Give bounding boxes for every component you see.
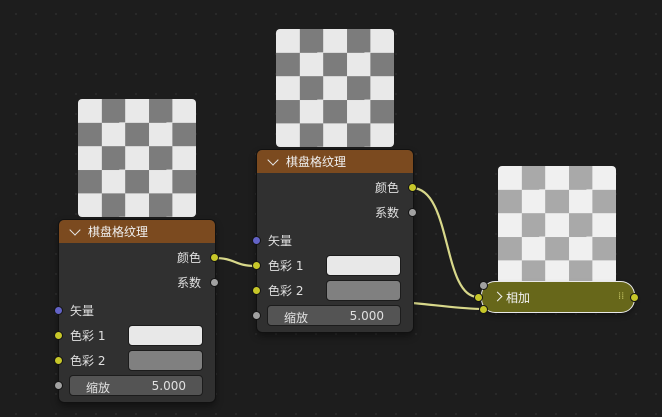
color1-swatch[interactable] <box>326 255 401 276</box>
node-title: 棋盘格纹理 <box>286 155 347 169</box>
chevron-right-icon[interactable] <box>492 291 503 302</box>
scale-value: 5.000 <box>349 309 384 323</box>
scale-label: 缩放 <box>284 311 309 325</box>
input-vector-label: 矢量 <box>70 304 95 318</box>
input-vector-label: 矢量 <box>268 234 293 248</box>
scale-field[interactable]: 缩放 5.000 <box>267 305 401 326</box>
mix-output-socket[interactable] <box>630 293 639 302</box>
node-header[interactable]: 棋盘格纹理 <box>59 220 215 243</box>
texture-preview-1 <box>78 99 196 217</box>
output-fac-socket[interactable] <box>408 208 417 217</box>
output-color-label: 颜色 <box>176 251 201 265</box>
input-color1-socket[interactable] <box>252 261 261 270</box>
wire-tex1-to-tex2-color1 <box>213 256 257 268</box>
node-editor[interactable]: 棋盘格纹理 颜色 系数 矢量 色彩 1 色彩 2 缩放 5.000 棋盘格纹理 … <box>0 0 662 417</box>
input-vector-socket[interactable] <box>252 236 261 245</box>
texture-preview-2 <box>276 29 394 147</box>
input-color2-label: 色彩 2 <box>268 284 304 298</box>
input-scale-socket[interactable] <box>54 381 63 390</box>
output-fac-label: 系数 <box>374 206 399 220</box>
output-fac-socket[interactable] <box>210 278 219 287</box>
input-color2-label: 色彩 2 <box>70 354 106 368</box>
color2-swatch[interactable] <box>128 350 203 371</box>
color1-swatch[interactable] <box>128 325 203 346</box>
node-title: 相加 <box>506 291 531 305</box>
chevron-down-icon[interactable] <box>267 153 279 166</box>
output-color-label: 颜色 <box>374 181 399 195</box>
scale-value: 5.000 <box>151 379 186 393</box>
checker-texture-node-1[interactable]: 棋盘格纹理 颜色 系数 矢量 色彩 1 色彩 2 缩放 5.000 <box>54 220 219 402</box>
scale-field[interactable]: 缩放 5.000 <box>69 375 203 396</box>
input-color2-socket[interactable] <box>252 286 261 295</box>
output-color-socket[interactable] <box>408 183 417 192</box>
mix-add-node[interactable]: 相加 ⁞⁞ <box>482 282 634 312</box>
mix-preview <box>498 166 616 284</box>
input-color2-socket[interactable] <box>54 356 63 365</box>
mix-input-a-socket[interactable] <box>474 293 483 302</box>
color2-swatch[interactable] <box>326 280 401 301</box>
node-title: 棋盘格纹理 <box>88 225 149 239</box>
input-scale-socket[interactable] <box>252 311 261 320</box>
input-color1-socket[interactable] <box>54 331 63 340</box>
input-vector-socket[interactable] <box>54 306 63 315</box>
chevron-down-icon[interactable] <box>69 223 81 236</box>
input-color1-label: 色彩 1 <box>70 329 106 343</box>
mix-input-b-socket[interactable] <box>479 305 488 314</box>
output-fac-label: 系数 <box>176 276 201 290</box>
node-header[interactable]: 棋盘格纹理 <box>257 150 413 173</box>
checker-texture-node-2[interactable]: 棋盘格纹理 颜色 系数 矢量 色彩 1 色彩 2 缩放 5.000 <box>252 150 417 332</box>
wire-tex2-to-mix-a <box>411 186 479 299</box>
scale-label: 缩放 <box>86 381 111 395</box>
output-color-socket[interactable] <box>210 253 219 262</box>
input-color1-label: 色彩 1 <box>268 259 304 273</box>
grip-icon[interactable]: ⁞⁞ <box>618 291 624 302</box>
mix-input-fac-socket[interactable] <box>479 281 488 290</box>
